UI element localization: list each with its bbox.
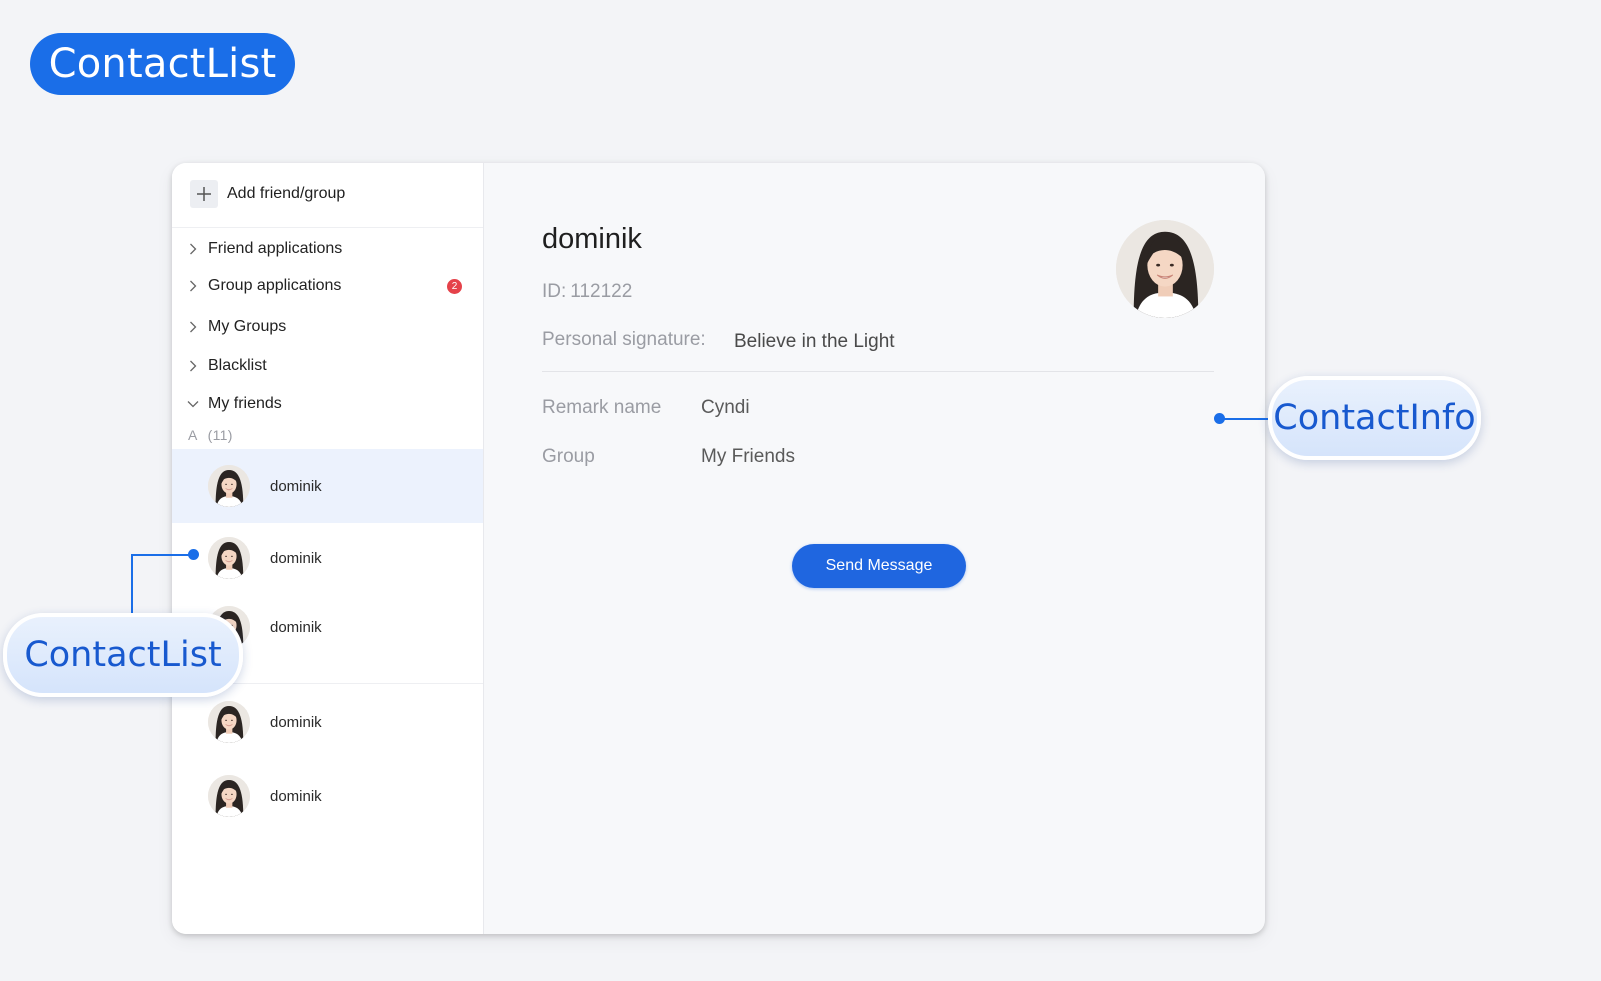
contact-list-callout: ContactList	[3, 613, 243, 697]
group-count: (11)	[207, 427, 233, 443]
contact-name: dominik	[270, 618, 322, 636]
contact-detail-name: dominik	[542, 223, 642, 255]
nav-my-groups[interactable]: My Groups	[186, 315, 476, 339]
sidebar-divider	[172, 227, 483, 228]
contact-row[interactable]: dominik	[172, 685, 483, 759]
contact-name: dominik	[270, 549, 322, 567]
id-label: ID:	[542, 281, 567, 302]
chevron-right-icon	[186, 359, 200, 373]
nav-label: Blacklist	[208, 357, 267, 374]
nav-label: My friends	[208, 395, 282, 412]
avatar	[208, 465, 250, 507]
contact-detail-avatar	[1116, 220, 1214, 318]
letter-group-header: A (11)	[188, 427, 233, 443]
contact-info-callout: ContactInfo	[1268, 376, 1481, 460]
send-message-button[interactable]: Send Message	[792, 544, 966, 588]
unread-badge: 2	[447, 279, 462, 294]
group-letter: A	[188, 427, 198, 443]
contact-name: dominik	[270, 713, 322, 731]
contact-row[interactable]: dominik	[172, 759, 483, 833]
plus-icon	[190, 180, 218, 208]
avatar	[208, 775, 250, 817]
page-title-pill: ContactList	[30, 33, 295, 95]
nav-blacklist[interactable]: Blacklist	[186, 354, 476, 378]
chevron-right-icon	[186, 242, 200, 256]
callout-connector-line	[131, 554, 133, 614]
detail-divider	[542, 371, 1214, 372]
signature-value: Believe in the Light	[734, 331, 895, 352]
contact-id: ID: 112122	[542, 281, 632, 303]
contact-name: dominik	[270, 787, 322, 805]
contact-name: dominik	[270, 477, 322, 495]
signature-label: Personal signature:	[542, 329, 706, 350]
callout-connector-line	[131, 554, 191, 556]
nav-friend-applications[interactable]: Friend applications	[186, 237, 476, 261]
nav-my-friends[interactable]: My friends	[186, 392, 476, 416]
contacts-window: Add friend/group Friend applications Gro…	[172, 163, 1265, 934]
group-label: Group	[542, 446, 595, 467]
avatar	[208, 701, 250, 743]
id-value: 112122	[570, 281, 633, 302]
chevron-down-icon	[186, 397, 200, 411]
group-value[interactable]: My Friends	[701, 446, 795, 468]
contact-row[interactable]: dominik	[172, 521, 483, 595]
chevron-right-icon	[186, 320, 200, 334]
remark-name-label: Remark name	[542, 397, 662, 418]
callout-connector-line	[1220, 418, 1268, 420]
avatar	[208, 537, 250, 579]
nav-label: My Groups	[208, 318, 287, 335]
nav-label: Friend applications	[208, 240, 343, 257]
nav-label: Group applications	[208, 277, 342, 294]
contact-row[interactable]: dominik	[172, 449, 483, 523]
contact-list-sidebar: Add friend/group Friend applications Gro…	[172, 163, 484, 934]
remark-name-value[interactable]: Cyndi	[701, 397, 750, 419]
chevron-right-icon	[186, 279, 200, 293]
nav-group-applications[interactable]: Group applications 2	[186, 274, 476, 298]
add-friend-group-button[interactable]: Add friend/group	[190, 179, 345, 209]
add-friend-group-label: Add friend/group	[227, 185, 346, 202]
